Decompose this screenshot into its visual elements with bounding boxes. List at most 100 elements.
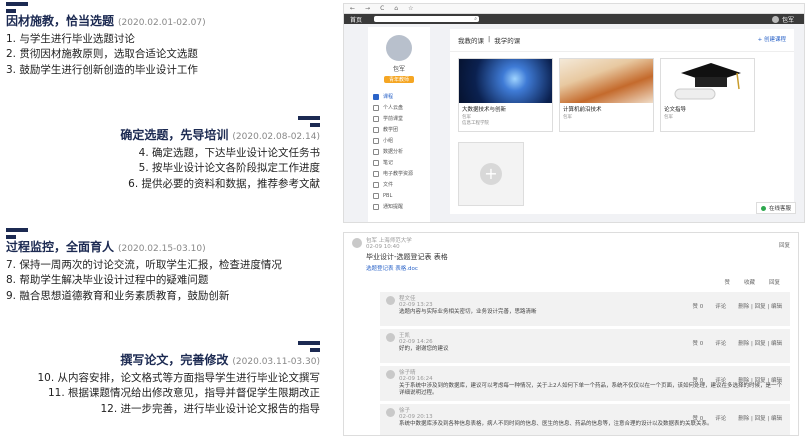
course-teacher: 包军 [563, 115, 572, 120]
user-name: 包军 [781, 16, 794, 24]
phase-3-marker [6, 228, 336, 240]
avatar [386, 408, 395, 417]
course-cover-image [560, 59, 653, 103]
like-button[interactable]: 赞 0 [693, 302, 704, 310]
sidebar-item-notify[interactable]: 通知提醒 [368, 201, 430, 212]
reply-date: 02-09 20:13 [399, 414, 433, 420]
avatar [352, 238, 362, 248]
post-reply-button[interactable]: 回复 [779, 241, 790, 249]
cloud-icon [373, 104, 379, 111]
sidebar-item-analysis[interactable]: 数据分析 [368, 146, 430, 157]
phase-1-marker [6, 2, 326, 14]
course-cover-image [459, 59, 552, 103]
back-icon[interactable]: ← [350, 5, 355, 12]
refresh-icon[interactable]: C [380, 5, 384, 12]
team-icon [373, 126, 379, 133]
reply-text: 选题内容与实际业务相关密切，业务设计完善，思路清晰 [399, 309, 537, 315]
phase-3: 过程监控，全面育人 (2020.02.15-03.10) 7. 保持一周两次的讨论… [6, 228, 336, 304]
class-icon [373, 115, 379, 122]
avatar [386, 333, 395, 342]
sidebar-item-label: 课程 [383, 94, 394, 100]
forward-icon[interactable]: → [365, 5, 370, 12]
sidebar-item-team[interactable]: 教学团 [368, 124, 430, 135]
sidebar-item-label: 教学团 [383, 127, 399, 133]
sidebar-item-resources[interactable]: 电子教学资源 [368, 168, 430, 179]
sidebar-item-label: 电子教学资源 [383, 171, 414, 177]
sidebar-item-pbl[interactable]: PBL [368, 190, 430, 201]
reply-text: 关于系统中涉及到的数据库，建议可以考虑每一种情况，关于上2人如何下单一个药品，系… [399, 383, 783, 396]
phase-3-item: 7. 保持一周两次的讨论交流，听取学生汇报，检查进度情况 [6, 258, 282, 271]
phase-4-item: 10. 从内容安排，论文格式等方面指导学生进行毕业论文撰写 [37, 371, 320, 384]
post-title: 毕业设计-选题登记表 表格 [366, 253, 448, 261]
like-button[interactable]: 赞 0 [693, 414, 704, 422]
sidebar-item-files[interactable]: 文件 [368, 179, 430, 190]
comment-button[interactable]: 评论 [715, 302, 726, 310]
search-icon: ⌕ [474, 16, 478, 22]
phase-1-item: 2. 贯彻因材施教原则，选取合适论文选题 [6, 48, 198, 60]
top-nav: 首页 ⌕ 包军 [344, 14, 804, 24]
online-support-button[interactable]: 在线客服 [755, 202, 796, 214]
group-icon [373, 137, 379, 144]
sidebar-item-notes[interactable]: 笔记 [368, 157, 430, 168]
course-card[interactable]: 计算机前沿技术 包军 [559, 58, 654, 132]
reply-actions[interactable]: 删除 | 回复 | 编辑 [738, 302, 782, 310]
reply-button[interactable]: 回复 [769, 278, 780, 286]
post-date: 02-09 10:40 [366, 244, 400, 250]
course-main: 我教的课 | 我学的课 + 创建课程 大数据技术与创新 包军 信息工程学院 计算… [450, 29, 794, 214]
search-input[interactable]: ⌕ [374, 16, 480, 22]
like-button[interactable]: 赞 [724, 278, 730, 286]
profile-name: 包军 [392, 66, 405, 73]
phase-2-item: 4. 确定选题，下达毕业设计论文任务书 [138, 146, 320, 159]
like-button[interactable]: 赞 0 [693, 339, 704, 347]
reply-actions[interactable]: 删除 | 回复 | 编辑 [738, 339, 782, 347]
sidebar-item-cloud[interactable]: 个人云盘 [368, 102, 430, 113]
like-button[interactable]: 赞 0 [693, 376, 704, 384]
create-course-link[interactable]: + 创建课程 [758, 35, 786, 45]
sidebar-item-label: 个人云盘 [383, 105, 404, 111]
favorite-button[interactable]: 收藏 [744, 278, 755, 286]
sidebar-item-course[interactable]: 课程 [368, 91, 430, 102]
sidebar-item-label: 小组 [383, 138, 394, 144]
file-icon [373, 181, 379, 188]
reply-item: 程文佳 02-09 13:23 选题内容与实际业务相关密切，业务设计完善，思路清晰… [380, 292, 790, 326]
comment-button[interactable]: 评论 [715, 414, 726, 422]
course-tabs: 我教的课 | 我学的课 + 创建课程 [450, 29, 794, 52]
reply-item: 徐子晴 02-09 16:24 关于系统中涉及到的数据库，建议可以考虑每一种情况，… [380, 366, 790, 401]
attachment-link[interactable]: 选题登记表 表格.doc [352, 264, 790, 272]
reply-actions[interactable]: 删除 | 回复 | 编辑 [738, 414, 782, 422]
reply-actions[interactable]: 删除 | 回复 | 编辑 [738, 376, 782, 384]
avatar [386, 370, 395, 379]
sidebar-item-label: 文件 [383, 182, 394, 188]
course-card[interactable]: 大数据技术与创新 包军 信息工程学院 [458, 58, 553, 132]
user-menu[interactable]: 包军 [771, 15, 794, 24]
phase-1-item: 3. 鼓励学生进行创新创造的毕业设计工作 [6, 63, 198, 76]
sidebar-item-label: 数据分析 [383, 149, 404, 155]
sidebar-item-class[interactable]: 学前课堂 [368, 113, 430, 124]
profile-tag: 青年教师 [384, 76, 414, 83]
note-icon [373, 159, 379, 166]
tab-teaching[interactable]: 我教的课 [458, 35, 484, 45]
phase-1: 因材施教，恰当选题 (2020.02.01-02.07) 1. 与学生进行毕业选题… [6, 2, 326, 78]
phase-3-date: (2020.02.15-03.10) [118, 244, 206, 254]
chart-icon [373, 148, 379, 155]
reply-item: 徐子 02-09 20:13 系统中数据库涉及到各种信息表格，病人不同时间的信息、… [380, 404, 790, 435]
sidebar-item-group[interactable]: 小组 [368, 135, 430, 146]
phase-1-date: (2020.02.01-02.07) [118, 18, 206, 28]
chat-icon [760, 205, 766, 211]
nav-home-link[interactable]: 首页 [344, 15, 368, 24]
home-icon[interactable]: ⌂ [394, 5, 398, 12]
resource-icon [373, 170, 379, 177]
sidebar: 包军 青年教师 课程 个人云盘 学前课堂 教学团 小组 数据分析 笔记 电子教学… [368, 27, 430, 222]
star-icon[interactable]: ☆ [408, 5, 413, 12]
tab-learning[interactable]: 我学的课 [494, 35, 520, 45]
reply-text: 好的，谢谢您的建议 [399, 346, 449, 352]
comment-button[interactable]: 评论 [715, 339, 726, 347]
add-course-card[interactable]: + [458, 142, 524, 206]
phase-4-title: 撰写论文，完善修改 [120, 353, 229, 367]
comment-button[interactable]: 评论 [715, 376, 726, 384]
course-card[interactable]: 论文指导 包军 [660, 58, 755, 132]
phase-4-date: (2020.03.11-03.30) [232, 357, 320, 367]
phase-3-item: 8. 帮助学生解决毕业设计过程中的疑难问题 [6, 274, 209, 286]
pbl-icon [373, 192, 379, 199]
phase-4: 撰写论文，完善修改 (2020.03.11-03.30) 10. 从内容安排，论文… [0, 341, 320, 417]
